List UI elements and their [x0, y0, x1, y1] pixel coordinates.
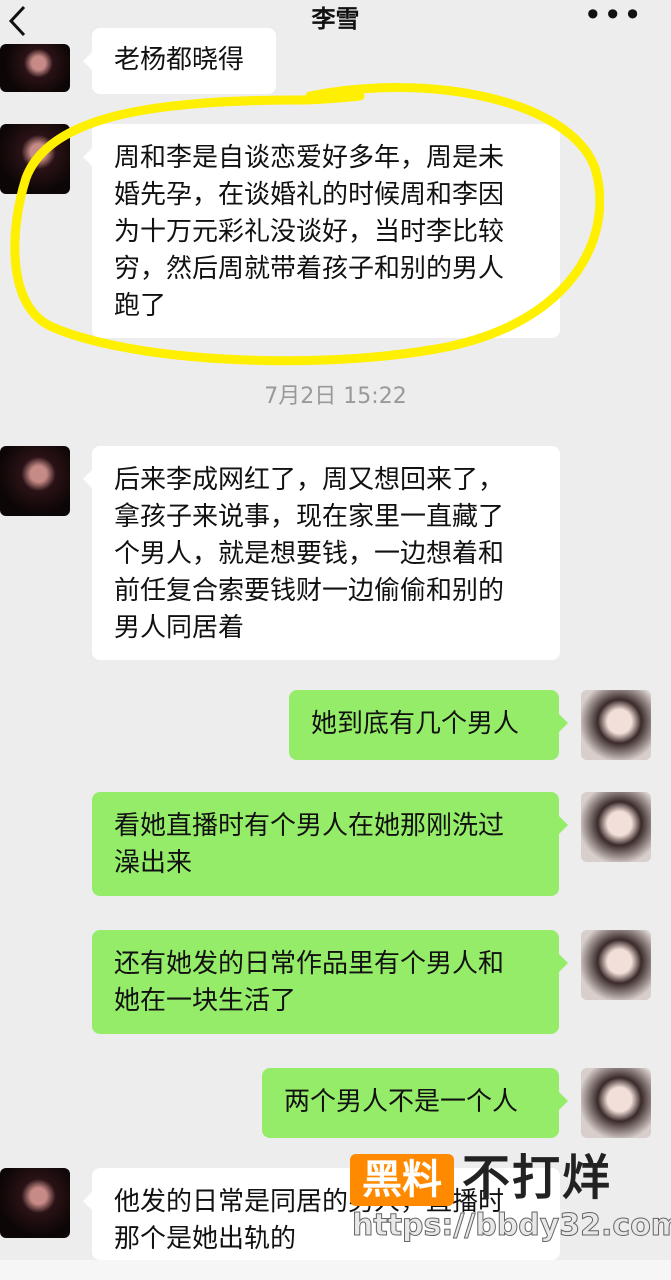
avatar-self[interactable]: [581, 690, 651, 760]
message-bubble[interactable]: 两个男人不是一个人: [262, 1068, 568, 1138]
watermark: 黑料 不打烊 https://bbdy32.com: [350, 1148, 671, 1248]
avatar-contact[interactable]: [0, 446, 70, 516]
avatar-self[interactable]: [581, 792, 651, 862]
more-icon: •••: [583, 0, 643, 34]
watermark-logo: 黑料: [350, 1154, 454, 1206]
more-button[interactable]: •••: [583, 0, 643, 31]
input-bar[interactable]: [0, 1260, 671, 1280]
message-bubble[interactable]: 她到底有几个男人: [289, 690, 568, 760]
avatar-self[interactable]: [581, 930, 651, 1000]
watermark-url: https://bbdy32.com: [351, 1208, 671, 1244]
watermark-brand: 不打烊: [462, 1150, 613, 1206]
message-bubble[interactable]: 看她直播时有个男人在她那刚洗过 澡出来: [92, 792, 568, 896]
avatar-self[interactable]: [581, 1068, 651, 1138]
message-bubble[interactable]: 还有她发的日常作品里有个男人和 她在一块生活了: [92, 930, 568, 1034]
highlight-circle: [10, 83, 604, 366]
timestamp: 7月2日 15:22: [264, 384, 407, 409]
message-bubble[interactable]: 后来李成网红了，周又想回来了， 拿孩子来说事，现在家里一直藏了 个男人，就是想要…: [83, 446, 560, 660]
avatar-contact[interactable]: [0, 1168, 70, 1238]
